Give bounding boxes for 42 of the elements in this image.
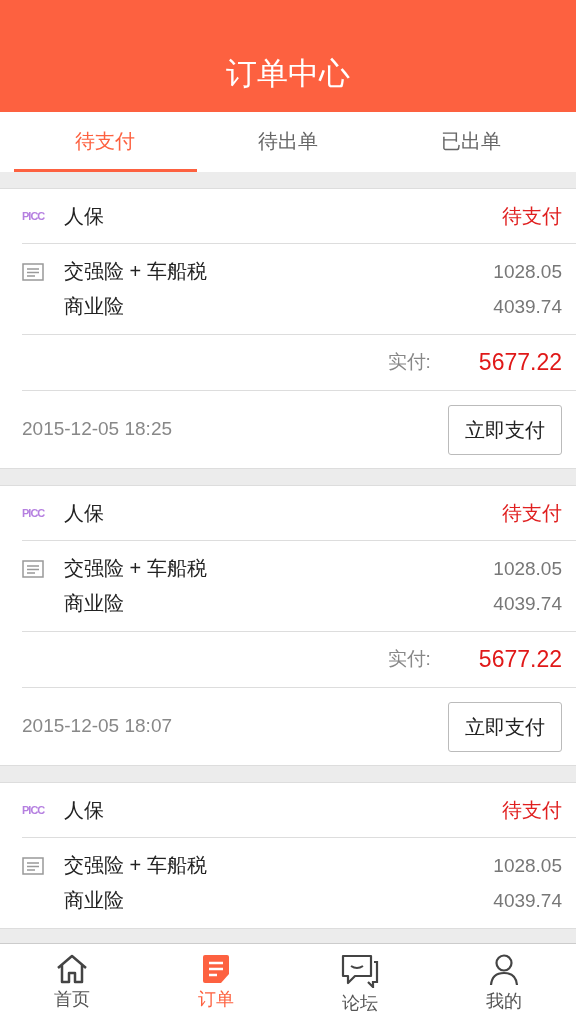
nav-tab[interactable]: 首页 (0, 944, 144, 1024)
pay-button[interactable]: 立即支付 (448, 701, 562, 752)
total-amount: 5677.22 (478, 645, 562, 675)
order-status: 待支付 (502, 501, 562, 526)
total-amount: 5677.22 (478, 348, 562, 378)
item-amount: 4039.74 (493, 889, 562, 913)
nav-tab[interactable]: 论坛 (288, 944, 432, 1024)
company-name: 人保 (64, 798, 104, 823)
item-name: 交强险 + 车船税 (64, 556, 207, 581)
document-icon (22, 857, 44, 875)
order-time: 2015-12-05 18:07 (22, 714, 172, 739)
order-time: 2015-12-05 18:25 (22, 417, 172, 442)
item-name: 商业险 (64, 888, 125, 913)
company-name: 人保 (64, 501, 104, 526)
insurer-logo: PICC (22, 208, 46, 224)
item-name: 商业险 (64, 591, 125, 616)
order-status: 待支付 (502, 798, 562, 823)
tab[interactable]: 待出单 (196, 112, 380, 172)
order-status: 待支付 (502, 204, 562, 229)
item-amount: 1028.05 (493, 260, 562, 284)
item-amount: 1028.05 (493, 557, 562, 581)
document-icon (22, 263, 44, 281)
person-icon (489, 954, 519, 986)
item-amount: 4039.74 (493, 295, 562, 319)
home-icon (55, 954, 89, 984)
insurer-logo: PICC (22, 505, 46, 521)
total-label: 实付: (387, 647, 431, 672)
item-name: 交强险 + 车船税 (64, 259, 207, 284)
document-icon (202, 954, 230, 984)
item-amount: 1028.05 (493, 854, 562, 878)
pay-button[interactable]: 立即支付 (448, 404, 562, 455)
chat-bubbles-icon (341, 954, 379, 988)
page-title: 订单中心 (226, 56, 350, 91)
item-amount: 4039.74 (493, 592, 562, 616)
item-name: 商业险 (64, 294, 125, 319)
document-icon (22, 560, 44, 578)
total-label: 实付: (387, 350, 431, 375)
item-name: 交强险 + 车船税 (64, 853, 207, 878)
tab[interactable]: 已出单 (379, 112, 562, 172)
nav-tab[interactable]: 我的 (432, 944, 576, 1024)
company-name: 人保 (64, 204, 104, 229)
insurer-logo: PICC (22, 802, 46, 818)
